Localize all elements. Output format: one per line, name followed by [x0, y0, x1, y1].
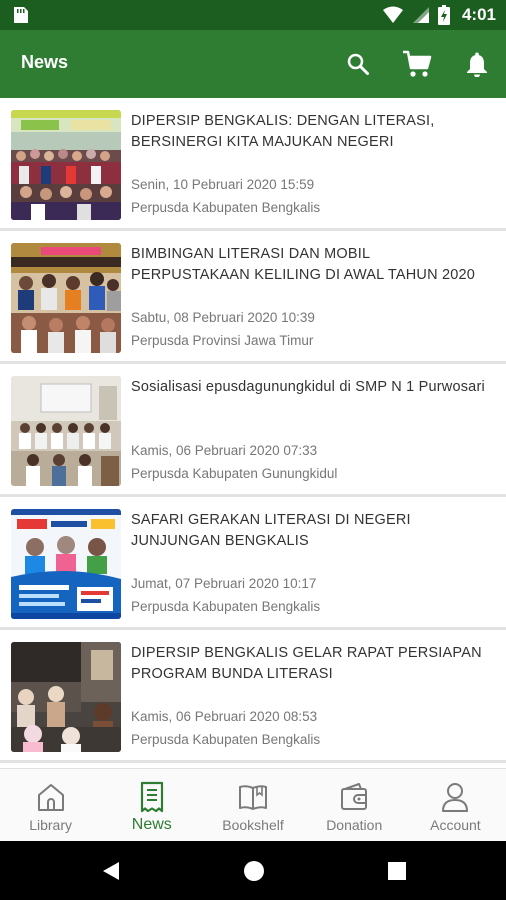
nav-label: Library — [29, 817, 72, 833]
news-date: Senin, 10 Pebruari 2020 15:59 — [131, 177, 315, 192]
news-title: DIPERSIP BENGKALIS GELAR RAPAT PERSIAPAN… — [131, 645, 482, 682]
wallet-icon — [341, 783, 368, 810]
news-date: Kamis, 06 Pebruari 2020 07:33 — [131, 443, 318, 458]
nav-item-account[interactable]: Account — [405, 769, 506, 841]
nav-label: News — [131, 816, 172, 833]
news-title: DIPERSIP BENGKALIS: DENGAN LITERASI, BER… — [131, 113, 435, 150]
news-title: Sosialisasi epusdagunungkidul di SMP N 1… — [131, 379, 485, 395]
news-date: Jumat, 07 Pebruari 2020 10:17 — [131, 576, 317, 591]
news-thumbnail — [11, 110, 121, 220]
cart-icon — [403, 50, 432, 77]
news-source: Perpusda Kabupaten Bengkalis — [131, 599, 321, 614]
news-source: Perpusda Kabupaten Bengkalis — [131, 200, 321, 215]
news-thumbnail — [11, 376, 121, 486]
signal-icon — [412, 7, 429, 23]
nav-item-bookshelf[interactable]: Bookshelf — [202, 769, 303, 841]
bell-icon — [467, 52, 487, 77]
home-icon — [37, 784, 64, 811]
news-item[interactable]: SAFARI GERAKAN LITERASI DI NEGERI JUNJUN… — [0, 497, 506, 630]
home-circle-icon[interactable] — [243, 860, 265, 882]
news-thumbnail — [11, 243, 121, 353]
wifi-icon — [382, 6, 403, 23]
news-title: SAFARI GERAKAN LITERASI DI NEGERI JUNJUN… — [131, 512, 411, 549]
news-item[interactable]: BIMBINGAN LITERASI DAN MOBIL PERPUSTAKAA… — [0, 231, 506, 364]
status-bar: 4:01 — [0, 0, 506, 30]
app-bar: News — [0, 30, 506, 98]
news-item[interactable]: Sosialisasi epusdagunungkidul di SMP N 1… — [0, 364, 506, 497]
news-date: Kamis, 06 Pebruari 2020 08:53 — [131, 709, 318, 724]
sim-card-icon — [14, 7, 28, 23]
news-title: BIMBINGAN LITERASI DAN MOBIL PERPUSTAKAA… — [131, 246, 476, 283]
nav-item-donation[interactable]: Donation — [304, 769, 405, 841]
search-icon — [347, 53, 369, 75]
person-icon — [442, 783, 469, 812]
news-date: Sabtu, 08 Pebruari 2020 10:39 — [131, 310, 315, 325]
status-time: 4:01 — [461, 5, 496, 24]
news-thumbnail — [11, 509, 121, 619]
battery-icon — [437, 5, 450, 25]
bottom-navigation: Library News Bookshelf Donation Account — [0, 768, 506, 841]
cart-button[interactable] — [401, 48, 433, 80]
news-source: Perpusda Kabupaten Bengkalis — [131, 732, 321, 747]
nav-label: Bookshelf — [222, 817, 284, 833]
search-button[interactable] — [342, 48, 374, 80]
news-source: Perpusda Provinsi Jawa Timur — [131, 333, 314, 348]
news-list[interactable]: DIPERSIP BENGKALIS: DENGAN LITERASI, BER… — [0, 98, 506, 768]
nav-label: Account — [430, 817, 481, 833]
news-source: Perpusda Kabupaten Gunungkidul — [131, 466, 338, 481]
page-title: News — [21, 52, 69, 72]
notifications-button[interactable] — [461, 48, 493, 80]
recent-apps-icon[interactable] — [386, 860, 408, 882]
book-icon — [239, 785, 267, 810]
news-thumbnail — [11, 642, 121, 752]
receipt-icon — [140, 781, 163, 813]
system-navigation-bar — [0, 841, 506, 900]
nav-item-news[interactable]: News — [101, 769, 202, 841]
back-icon[interactable] — [100, 860, 122, 882]
nav-label: Donation — [326, 817, 383, 833]
nav-item-library[interactable]: Library — [0, 769, 101, 841]
news-item[interactable]: DIPERSIP BENGKALIS GELAR RAPAT PERSIAPAN… — [0, 630, 506, 763]
news-item[interactable]: DIPERSIP BENGKALIS: DENGAN LITERASI, BER… — [0, 98, 506, 231]
